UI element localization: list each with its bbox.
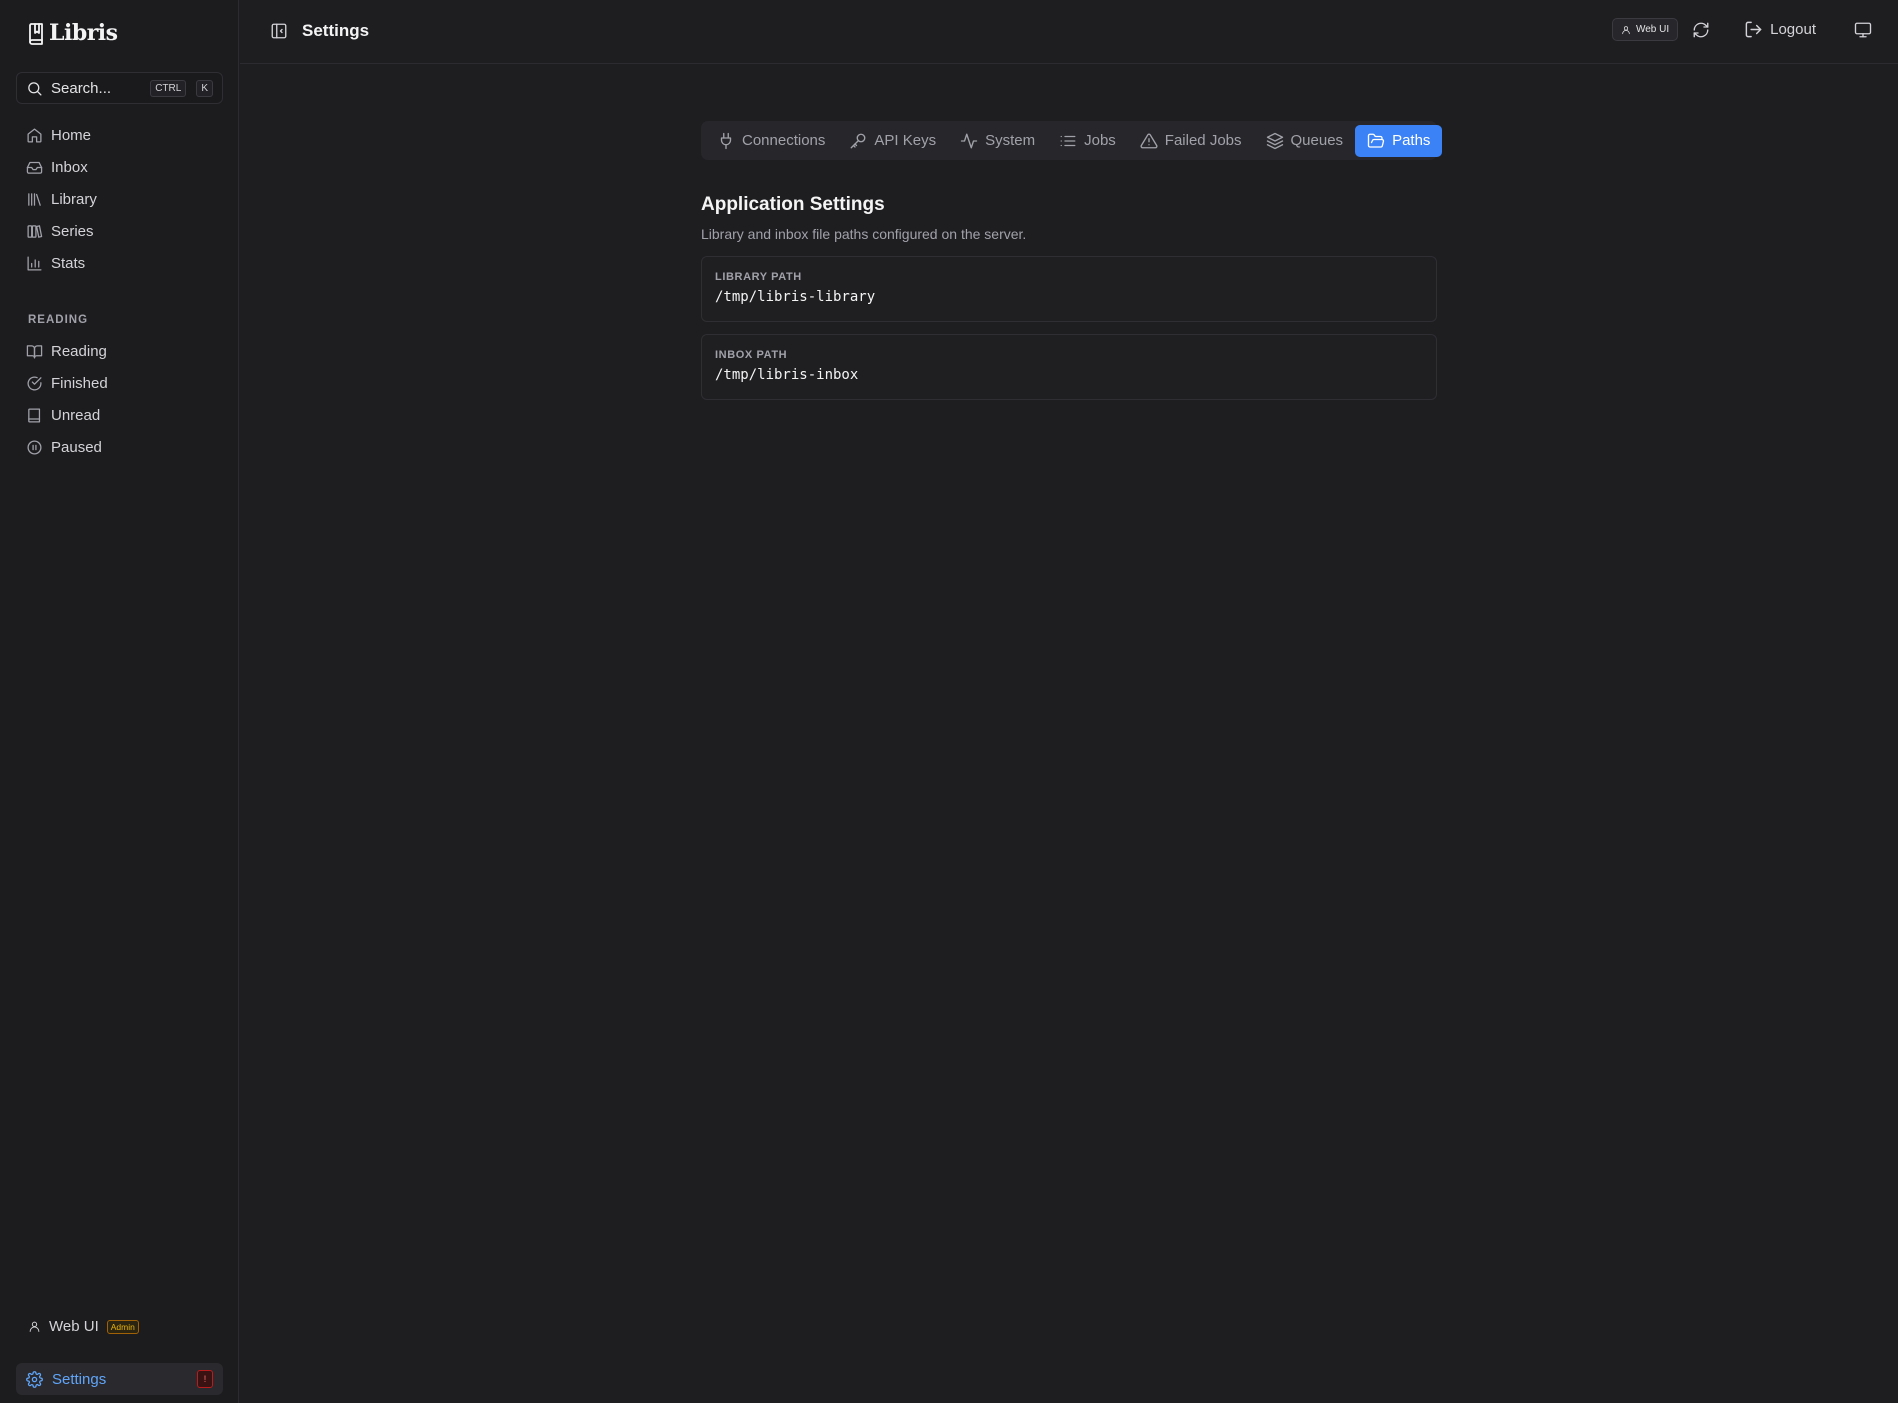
tab-connections[interactable]: Connections	[705, 125, 837, 157]
app-name: Libris	[49, 20, 118, 46]
key-icon	[849, 132, 867, 150]
sidebar-item-label: Paused	[51, 438, 102, 456]
layers-icon	[1266, 132, 1284, 150]
user-icon	[1621, 25, 1631, 35]
sidebar-item-label: Finished	[51, 374, 108, 392]
user-name: Web UI	[49, 1318, 99, 1335]
top-actions: Web UI Logout	[1611, 18, 1872, 41]
logout-icon	[1744, 20, 1763, 39]
book-open-icon	[26, 343, 43, 360]
page-title: Settings	[302, 21, 370, 40]
activity-icon	[960, 132, 978, 150]
search-button[interactable]: Search... CTRL K	[16, 72, 223, 104]
sidebar-item-finished[interactable]: Finished	[16, 367, 223, 399]
list-icon	[1059, 132, 1077, 150]
settings-tabs: Connections API Keys System Jobs Failed …	[701, 121, 1443, 160]
inbox-path-label: INBOX PATH	[715, 349, 788, 361]
search-label: Search...	[51, 79, 112, 97]
user-chip-label: Web UI	[1635, 24, 1670, 35]
sidebar-item-settings[interactable]: Settings !	[16, 1363, 223, 1395]
top-bar: Settings Web UI Logout	[240, 0, 1898, 64]
main-nav: Home Inbox Library Series Stats	[16, 119, 223, 279]
series-icon	[26, 223, 43, 240]
admin-badge: Admin	[106, 1319, 139, 1334]
gear-icon	[26, 1370, 43, 1388]
alert-badge: !	[197, 1370, 213, 1388]
sidebar-item-label: Library	[51, 190, 97, 208]
check-circle-icon	[26, 375, 43, 392]
current-user[interactable]: Web UI Admin	[28, 1318, 139, 1335]
user-icon	[28, 1320, 41, 1333]
sidebar-item-label: Inbox	[51, 158, 88, 176]
alert-triangle-icon	[1140, 132, 1158, 150]
tab-label: Failed Jobs	[1164, 132, 1242, 149]
section-title: Application Settings	[701, 194, 885, 215]
app-logo[interactable]: Libris	[27, 20, 118, 46]
home-icon	[26, 127, 43, 144]
kbd-k: K	[196, 79, 213, 97]
sidebar-item-label: Reading	[51, 342, 107, 360]
tab-label: Jobs	[1084, 132, 1116, 149]
sidebar-item-unread[interactable]: Unread	[16, 399, 223, 431]
refresh-icon[interactable]	[1692, 21, 1710, 39]
pause-circle-icon	[26, 439, 43, 456]
book-logo-icon	[27, 21, 45, 45]
book-icon	[26, 407, 43, 424]
sidebar-item-library[interactable]: Library	[16, 183, 223, 215]
library-icon	[26, 191, 43, 208]
library-path-value: /tmp/libris-library	[715, 289, 876, 305]
inbox-path-value: /tmp/libris-inbox	[715, 367, 859, 383]
reading-section-label: READING	[28, 314, 89, 326]
library-path-card: LIBRARY PATH /tmp/libris-library	[701, 256, 1437, 322]
tab-api-keys[interactable]: API Keys	[837, 125, 948, 157]
user-chip[interactable]: Web UI	[1611, 18, 1679, 41]
tab-paths[interactable]: Paths	[1355, 124, 1443, 157]
settings-label: Settings	[52, 1370, 107, 1388]
library-path-label: LIBRARY PATH	[715, 271, 802, 283]
inbox-icon	[26, 159, 43, 176]
reading-nav: Reading Finished Unread Paused	[16, 335, 223, 463]
sidebar: Libris Search... CTRL K Home Inbox Libra…	[0, 0, 239, 1403]
sidebar-item-label: Home	[51, 126, 92, 144]
sidebar-item-inbox[interactable]: Inbox	[16, 151, 223, 183]
tab-label: Queues	[1290, 132, 1344, 149]
tab-label: API Keys	[874, 132, 937, 149]
search-icon	[26, 80, 43, 97]
logout-button[interactable]: Logout	[1744, 20, 1816, 39]
sidebar-item-home[interactable]: Home	[16, 119, 223, 151]
inbox-path-card: INBOX PATH /tmp/libris-inbox	[701, 334, 1437, 400]
tab-label: Connections	[742, 132, 826, 149]
logout-label: Logout	[1770, 21, 1816, 38]
bar-chart-icon	[26, 255, 43, 272]
tab-jobs[interactable]: Jobs	[1047, 125, 1128, 157]
tab-failed-jobs[interactable]: Failed Jobs	[1128, 125, 1254, 157]
tab-system[interactable]: System	[948, 125, 1047, 157]
folder-open-icon	[1367, 132, 1385, 150]
sidebar-item-label: Series	[51, 222, 94, 240]
sidebar-item-series[interactable]: Series	[16, 215, 223, 247]
tab-label: System	[985, 132, 1036, 149]
section-description: Library and inbox file paths configured …	[701, 226, 1027, 242]
kbd-ctrl: CTRL	[150, 79, 187, 97]
sidebar-item-label: Unread	[51, 406, 101, 424]
sidebar-item-label: Stats	[51, 254, 86, 272]
sidebar-item-stats[interactable]: Stats	[16, 247, 223, 279]
tab-queues[interactable]: Queues	[1254, 125, 1356, 157]
monitor-icon[interactable]	[1854, 21, 1872, 39]
tab-label: Paths	[1392, 132, 1431, 149]
sidebar-toggle-icon[interactable]	[270, 22, 288, 40]
sidebar-item-reading[interactable]: Reading	[16, 335, 223, 367]
plug-icon	[717, 132, 735, 150]
sidebar-item-paused[interactable]: Paused	[16, 431, 223, 463]
